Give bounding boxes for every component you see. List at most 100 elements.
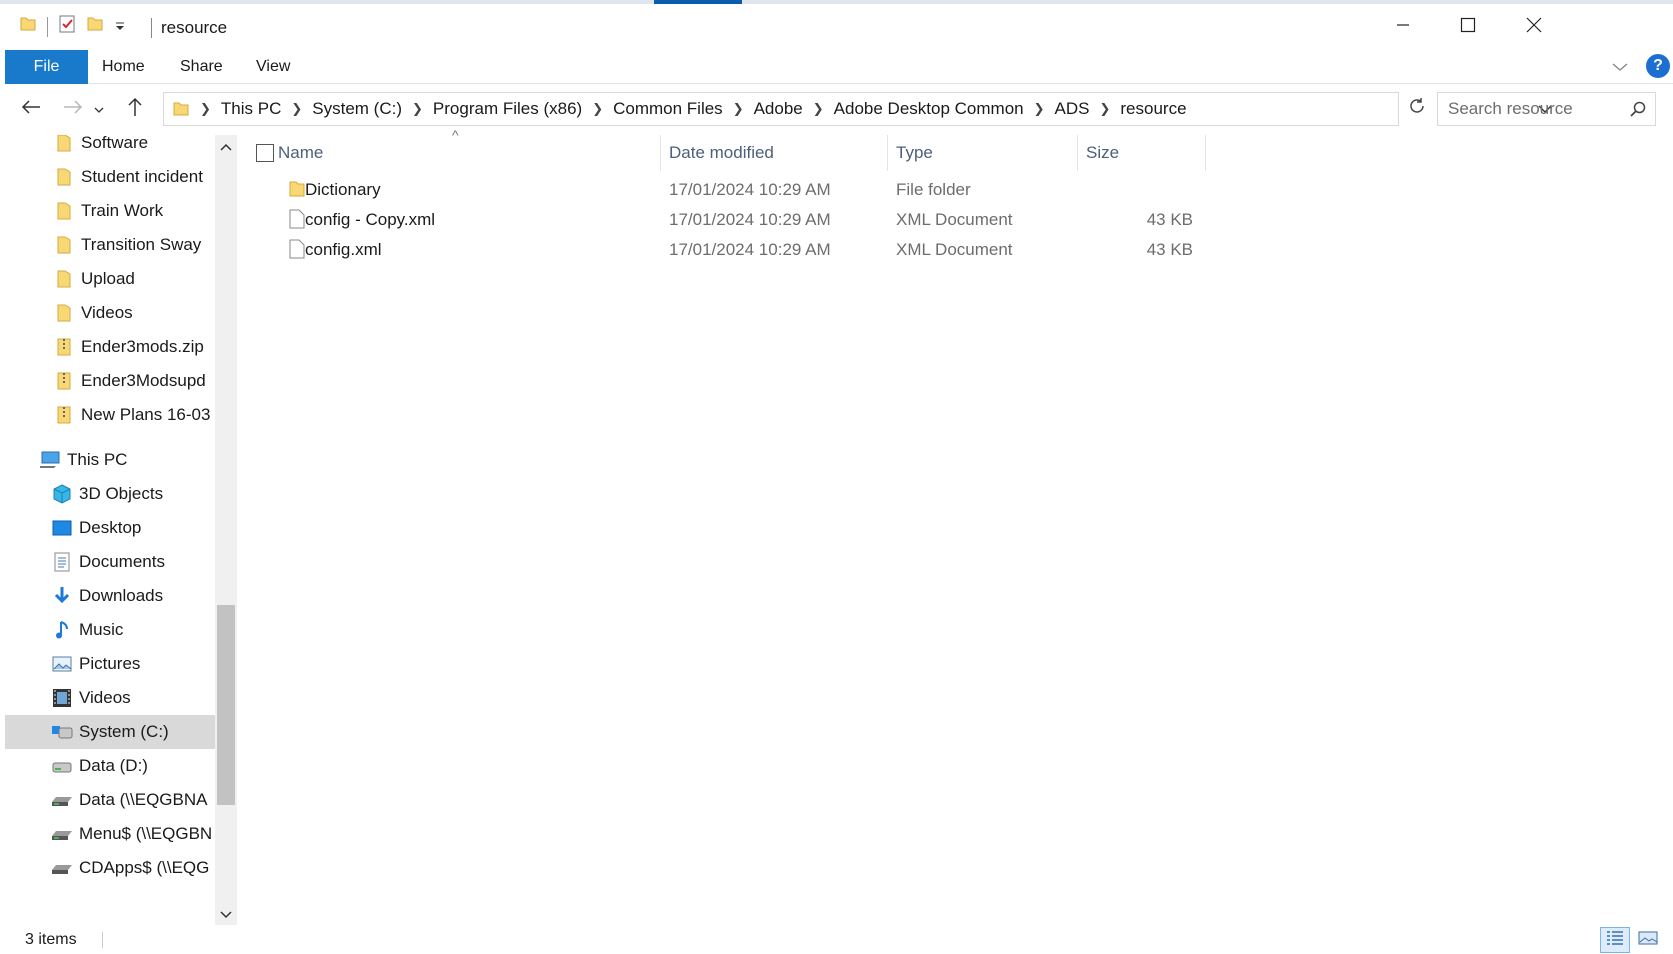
- breadcrumb-this-pc[interactable]: This PC ❯: [221, 99, 312, 119]
- address-bar[interactable]: ❯ This PC ❯ System (C:) ❯ Program Files (x…: [163, 92, 1552, 126]
- sidebar-item-label: New Plans 16-03: [81, 405, 211, 424]
- file-name[interactable]: config - Copy.xml: [305, 210, 435, 230]
- help-button[interactable]: ?: [1646, 54, 1670, 78]
- sidebar-item-cdapps-network[interactable]: CDApps$ (\\EQG: [5, 851, 215, 885]
- minimize-button[interactable]: [1368, 4, 1438, 50]
- back-button[interactable]: [17, 95, 45, 123]
- sidebar-item-data-network[interactable]: Data (\\EQGBNA: [5, 783, 215, 817]
- zip-folder-icon: [53, 370, 75, 392]
- file-name[interactable]: Dictionary: [305, 180, 381, 200]
- scrollbar-thumb[interactable]: [217, 605, 235, 805]
- large-icons-view-button[interactable]: [1633, 927, 1663, 953]
- table-row[interactable]: config - Copy.xml 17/01/2024 10:29 AM XM…: [240, 205, 1220, 235]
- column-header-type[interactable]: Type: [896, 135, 933, 171]
- sidebar-item-transition-sway[interactable]: Transition Sway: [5, 228, 215, 262]
- sidebar-item-label: Software: [81, 135, 149, 152]
- sidebar-item-menu-network[interactable]: Menu$ (\\EQGBN: [5, 817, 215, 851]
- column-header-name[interactable]: Name: [278, 135, 323, 171]
- sidebar-item-this-pc[interactable]: This PC: [5, 443, 215, 477]
- chevron-down-icon: [94, 99, 104, 119]
- breadcrumb-program-files-x86[interactable]: Program Files (x86) ❯: [433, 99, 613, 119]
- sidebar-item-label: Train Work: [81, 201, 164, 220]
- downloads-icon: [51, 585, 73, 607]
- file-list: ^ Name Date modified Type Size Dictionar…: [240, 127, 1673, 925]
- select-all-checkbox[interactable]: [256, 144, 274, 162]
- breadcrumb-chevron[interactable]: ❯: [200, 101, 221, 117]
- breadcrumb-adobe[interactable]: Adobe ❯: [754, 99, 834, 119]
- column-header-size[interactable]: Size: [1086, 135, 1119, 171]
- forward-button[interactable]: [59, 95, 87, 123]
- sidebar-item-software[interactable]: Software: [5, 135, 215, 160]
- breadcrumb-common-files[interactable]: Common Files ❯: [613, 99, 754, 119]
- search-input[interactable]: Search resource: [1448, 99, 1573, 119]
- sidebar-item-label: Ender3mods.zip: [81, 337, 204, 356]
- column-divider[interactable]: [1205, 135, 1206, 171]
- sidebar-item-ender3mods-zip[interactable]: Ender3mods.zip: [5, 330, 215, 364]
- breadcrumb-ads[interactable]: ADS ❯: [1055, 99, 1121, 119]
- status-divider: [102, 932, 103, 948]
- column-divider[interactable]: [660, 135, 661, 171]
- tab-home[interactable]: Home: [102, 50, 145, 84]
- tab-share[interactable]: Share: [180, 50, 223, 84]
- expand-ribbon-icon[interactable]: [1612, 58, 1628, 78]
- navigation-bar: ❯ This PC ❯ System (C:) ❯ Program Files (x…: [5, 85, 1673, 133]
- refresh-button[interactable]: [1403, 93, 1431, 125]
- sidebar-item-desktop[interactable]: Desktop: [5, 511, 215, 545]
- sidebar-item-label: This PC: [67, 450, 128, 469]
- sidebar-item-videos-folder[interactable]: Videos: [5, 296, 215, 330]
- customize-dropdown-icon[interactable]: [114, 17, 126, 37]
- this-pc-icon: [39, 449, 61, 471]
- arrow-right-icon: [63, 99, 83, 120]
- breadcrumb-adobe-desktop-common[interactable]: Adobe Desktop Common ❯: [834, 99, 1055, 119]
- file-name[interactable]: config.xml: [305, 240, 382, 260]
- tab-view[interactable]: View: [256, 50, 290, 84]
- recent-locations-button[interactable]: [91, 95, 107, 123]
- sidebar-item-videos[interactable]: Videos: [5, 681, 215, 715]
- sidebar-item-label: Downloads: [79, 586, 164, 605]
- sidebar-item-label: 3D Objects: [79, 484, 164, 503]
- close-button[interactable]: [1499, 4, 1569, 50]
- column-divider[interactable]: [887, 135, 888, 171]
- network-drive-icon: [51, 823, 73, 845]
- new-folder-icon[interactable]: [86, 15, 104, 38]
- sidebar-item-data-d[interactable]: Data (D:): [5, 749, 215, 783]
- search-box[interactable]: Search resource: [1437, 92, 1656, 126]
- sidebar-item-train-work[interactable]: Train Work: [5, 194, 215, 228]
- sidebar-item-system-c[interactable]: System (C:): [5, 715, 215, 749]
- sidebar-item-3d-objects[interactable]: 3D Objects: [5, 477, 215, 511]
- column-header-date-modified[interactable]: Date modified: [669, 135, 774, 171]
- zip-folder-icon: [53, 336, 75, 358]
- sidebar-item-new-plans[interactable]: New Plans 16-03: [5, 398, 215, 432]
- table-row[interactable]: Dictionary 17/01/2024 10:29 AM File fold…: [240, 175, 1220, 205]
- column-divider[interactable]: [1077, 135, 1078, 171]
- tab-file[interactable]: File: [5, 50, 88, 84]
- folder-icon: [53, 166, 75, 188]
- zip-folder-icon: [53, 404, 75, 426]
- up-button[interactable]: [121, 95, 149, 123]
- sidebar-item-label: Student incident: [81, 167, 203, 186]
- breadcrumb-resource[interactable]: resource: [1120, 99, 1186, 119]
- search-icon[interactable]: [1629, 100, 1647, 123]
- scroll-down-button[interactable]: [215, 903, 237, 925]
- folder-icon: [53, 200, 75, 222]
- sidebar-item-documents[interactable]: Documents: [5, 545, 215, 579]
- maximize-button[interactable]: [1433, 4, 1503, 50]
- breadcrumb-system-c[interactable]: System (C:) ❯: [312, 99, 433, 119]
- details-view-button[interactable]: [1600, 927, 1630, 953]
- table-row[interactable]: config.xml 17/01/2024 10:29 AM XML Docum…: [240, 235, 1220, 265]
- sidebar-item-ender3modsupd[interactable]: Ender3Modsupd: [5, 364, 215, 398]
- sidebar-item-label: Videos: [79, 688, 131, 707]
- sidebar-item-student-incident[interactable]: Student incident: [5, 160, 215, 194]
- desktop-icon: [51, 517, 73, 539]
- sidebar-item-music[interactable]: Music: [5, 613, 215, 647]
- file-type: XML Document: [896, 210, 1013, 229]
- file-type: File folder: [896, 180, 971, 199]
- sidebar-scrollbar[interactable]: [215, 135, 237, 925]
- properties-icon[interactable]: [58, 14, 76, 39]
- sidebar-item-label: Upload: [81, 269, 135, 288]
- sidebar-item-upload[interactable]: Upload: [5, 262, 215, 296]
- scroll-up-button[interactable]: [215, 135, 237, 157]
- sidebar-item-downloads[interactable]: Downloads: [5, 579, 215, 613]
- sidebar-item-label: Pictures: [79, 654, 141, 673]
- sidebar-item-pictures[interactable]: Pictures: [5, 647, 215, 681]
